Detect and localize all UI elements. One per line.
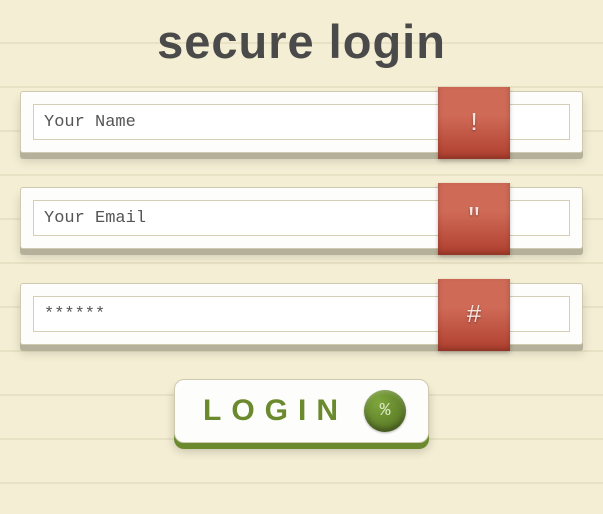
login-button-label: LOGIN (203, 394, 348, 428)
quote-icon: " (438, 183, 510, 255)
exclamation-icon: ! (438, 87, 510, 159)
percent-icon: % (364, 390, 406, 432)
name-field-wrap: ! (20, 91, 583, 153)
page-title: secure login (20, 14, 583, 69)
password-field-wrap: # (20, 283, 583, 345)
email-field-wrap: " (20, 187, 583, 249)
hash-icon: # (438, 279, 510, 351)
login-button[interactable]: LOGIN % (174, 379, 429, 443)
